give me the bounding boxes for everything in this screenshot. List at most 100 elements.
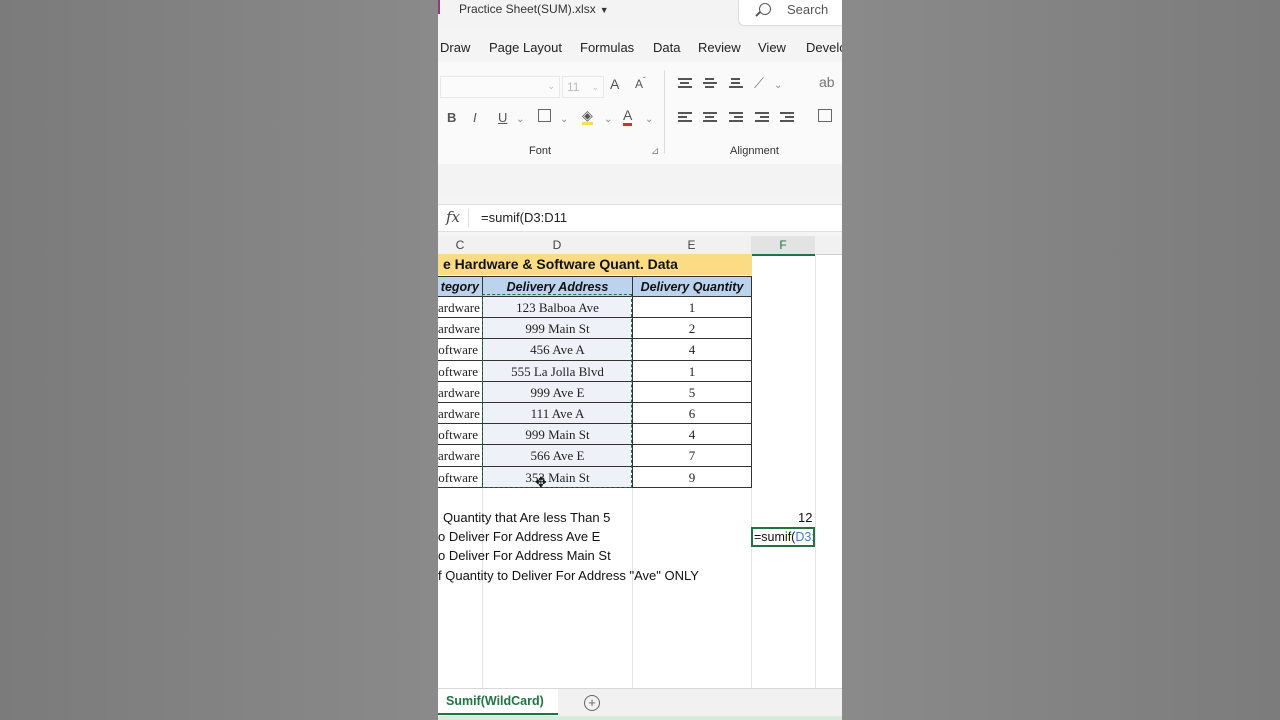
chevron-down-icon: ⌄ (547, 81, 555, 91)
app-accent (438, 0, 440, 14)
quantity-cell[interactable]: 7 (632, 445, 752, 467)
chevron-down-icon: ⌄ (774, 80, 783, 91)
underline-button[interactable]: U (498, 110, 507, 125)
quantity-cell[interactable]: 6 (632, 403, 752, 425)
table-title: e Hardware & Software Quant. Data (438, 254, 752, 275)
ribbon-spacer (438, 164, 842, 196)
search-box[interactable]: Search (738, 0, 842, 26)
align-center-icon[interactable] (703, 112, 717, 124)
chevron-down-icon: ▼ (599, 5, 609, 15)
italic-button[interactable]: I (473, 110, 477, 125)
right-backdrop (842, 0, 1280, 720)
add-sheet-icon[interactable]: + (584, 695, 600, 711)
align-left-icon[interactable] (678, 112, 692, 124)
tab-view[interactable]: View (758, 40, 786, 55)
decrease-indent-icon[interactable] (755, 112, 769, 124)
search-label: Search (787, 2, 829, 17)
shrink-font-button[interactable]: Aˇ (635, 76, 646, 91)
category-cell[interactable]: oftware (438, 424, 483, 446)
font-color-button[interactable]: A (623, 108, 633, 126)
formula-input[interactable]: =sumif(D3:D11 (481, 210, 567, 225)
column-header-f[interactable]: F (751, 236, 816, 256)
tab-draw[interactable]: Draw (440, 40, 470, 55)
address-cell[interactable]: 555 La Jolla Blvd (482, 360, 633, 382)
header-delivery-quantity: Delivery Quantity (632, 276, 752, 297)
address-cell[interactable]: 456 Ave A (482, 339, 633, 361)
borders-icon[interactable] (538, 109, 551, 122)
tab-developer[interactable]: Develo (806, 40, 842, 55)
alignment-group-label: Alignment (730, 145, 779, 157)
align-middle-icon[interactable] (703, 78, 717, 90)
align-top-icon[interactable] (678, 78, 692, 90)
quantity-cell[interactable]: 9 (632, 466, 752, 488)
summary-line-1: Quantity that Are less Than 5 (443, 510, 611, 525)
orientation-icon[interactable]: ⟋ (754, 75, 764, 92)
address-cell[interactable]: 999 Main St (482, 424, 633, 446)
fx-icon[interactable]: fx (446, 208, 460, 226)
category-cell[interactable]: oftware (438, 339, 483, 361)
quantity-cell[interactable]: 1 (632, 297, 752, 319)
category-cell[interactable]: oftware (438, 466, 483, 488)
quantity-cell[interactable]: 4 (632, 339, 752, 361)
column-header-g[interactable] (815, 236, 842, 255)
chevron-down-icon: ⌄ (604, 114, 613, 125)
formula-separator (468, 209, 469, 227)
address-cell[interactable]: 566 Ave E (482, 445, 633, 467)
tab-page-layout[interactable]: Page Layout (489, 40, 562, 55)
category-cell[interactable]: oftware (438, 360, 483, 382)
search-icon (759, 3, 771, 15)
category-cell[interactable]: ardware (438, 318, 483, 340)
header-delivery-address: Delivery Address (482, 276, 633, 297)
grow-font-button[interactable]: A (610, 76, 619, 92)
status-strip (438, 716, 842, 720)
category-cell[interactable]: ardware (438, 381, 483, 403)
quantity-cell[interactable]: 1 (632, 360, 752, 382)
column-header-e[interactable]: E (632, 236, 752, 255)
chevron-down-icon: ⌄ (591, 82, 599, 92)
address-cell[interactable]: 999 Main St (482, 318, 633, 340)
category-cell[interactable]: ardware (438, 403, 483, 425)
title-bar: Practice Sheet(SUM).xlsx ▼ Search (438, 0, 842, 28)
font-size-select[interactable]: 11 ⌄ (562, 76, 604, 98)
quantity-cell[interactable]: 5 (632, 381, 752, 403)
summary-line-3: o Deliver For Address Main St (438, 548, 611, 563)
font-group-label: Font (529, 145, 552, 157)
document-title[interactable]: Practice Sheet(SUM).xlsx ▼ (459, 2, 609, 16)
active-cell-editor[interactable]: =sumif(D3:D11 (751, 527, 815, 547)
address-cell[interactable]: 999 Ave E (482, 381, 633, 403)
excel-window: Practice Sheet(SUM).xlsx ▼ Search Draw Pa… (438, 0, 842, 720)
group-separator (664, 70, 665, 154)
quantity-cell[interactable]: 4 (632, 424, 752, 446)
category-cell[interactable]: ardware (438, 445, 483, 467)
address-cell[interactable]: 123 Balboa Ave (482, 297, 633, 319)
header-category: tegory (438, 276, 483, 297)
address-cell[interactable]: 111 Ave A (482, 403, 633, 425)
sheet-tab-sumif-wildcard[interactable]: Sumif(WildCard) (438, 689, 558, 715)
category-cell[interactable]: ardware (438, 297, 483, 319)
chevron-down-icon: ⌄ (516, 114, 525, 125)
cursor-icon: ✥ (535, 474, 547, 490)
increase-indent-icon[interactable] (780, 112, 794, 124)
font-name-select[interactable]: ⌄ (440, 76, 560, 98)
column-header-c[interactable]: C (438, 236, 483, 255)
worksheet-grid[interactable]: C D E F e Hardware & Software Quant. Dat… (438, 236, 842, 688)
gridline (815, 254, 816, 688)
summary-line-4: f Quantity to Deliver For Address "Ave" … (438, 568, 699, 583)
fill-color-icon[interactable]: ◈ (582, 108, 593, 125)
align-bottom-icon[interactable] (729, 78, 743, 90)
tab-review[interactable]: Review (698, 40, 741, 55)
dialog-launcher-icon[interactable]: ⊿ (651, 146, 659, 157)
wrap-text-icon[interactable]: ab (819, 74, 835, 90)
column-header-d[interactable]: D (482, 236, 633, 255)
formula-bar: fx =sumif(D3:D11 (438, 204, 842, 232)
address-cell[interactable]: 353 Main St (482, 466, 633, 488)
merge-center-icon[interactable] (818, 109, 832, 122)
ribbon: ⌄ 11 ⌄ A Aˇ B I U ⌄ ⌄ ◈ ⌄ A ⌄ ⟋ ⌄ ab Font… (438, 62, 842, 165)
bold-button[interactable]: B (447, 110, 456, 125)
chevron-down-icon: ⌄ (645, 114, 654, 125)
quantity-cell[interactable]: 2 (632, 318, 752, 340)
tab-formulas[interactable]: Formulas (580, 40, 634, 55)
align-right-icon[interactable] (729, 112, 743, 124)
summary-result-1: 12 (798, 510, 813, 525)
tab-data[interactable]: Data (653, 40, 680, 55)
